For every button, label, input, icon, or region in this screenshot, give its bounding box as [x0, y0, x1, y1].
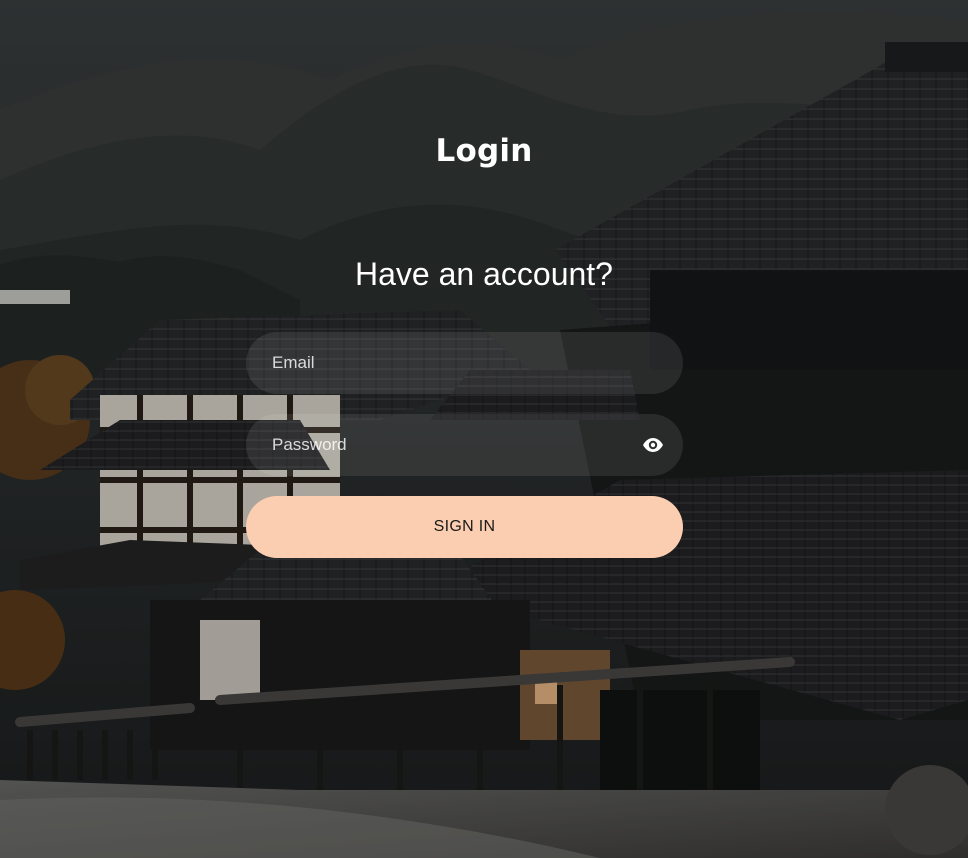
- email-input[interactable]: [246, 332, 683, 394]
- page-subtitle: Have an account?: [355, 256, 613, 292]
- eye-icon[interactable]: [641, 433, 665, 457]
- email-field: [246, 332, 683, 394]
- password-input[interactable]: [246, 414, 683, 476]
- password-field: [246, 414, 683, 476]
- page-title: Login: [435, 133, 533, 169]
- login-page: Login Have an account? SIGN IN: [0, 0, 968, 858]
- sign-in-button[interactable]: SIGN IN: [246, 496, 683, 558]
